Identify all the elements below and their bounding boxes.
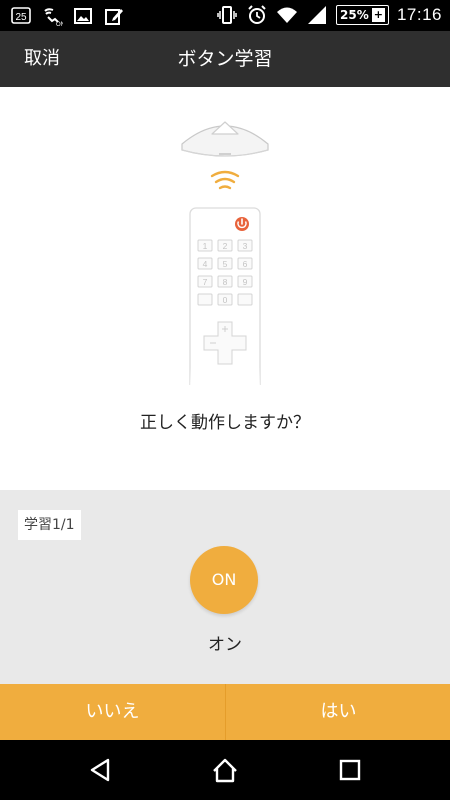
no-button[interactable]: いいえ: [0, 684, 225, 740]
step-indicator: 学習1/1: [18, 510, 81, 540]
notification-badge-text: 25: [15, 12, 27, 23]
wifi-icon: [277, 7, 297, 23]
remote-key-6: 6: [243, 259, 248, 269]
remote-key-5: 5: [223, 259, 228, 269]
edit-icon: [105, 9, 123, 25]
action-bar: いいえ はい: [0, 684, 450, 740]
recent-apps-icon[interactable]: [335, 755, 365, 785]
battery-icon: 25% +: [336, 5, 389, 25]
on-button[interactable]: ON: [190, 546, 258, 614]
remote-key-9: 9: [243, 277, 248, 287]
status-bar: 25 ON 25% + 17:16: [0, 0, 450, 31]
navigation-bar: [0, 740, 450, 800]
status-clock: 17:16: [396, 5, 442, 24]
remote-key-8: 8: [223, 277, 228, 287]
cancel-button[interactable]: 取消: [24, 31, 60, 87]
remote-control-icon: 1 2 3 4 5 6 7 8 9 0: [189, 207, 261, 385]
remote-key-0: 0: [223, 295, 228, 305]
battery-percent: 25%: [340, 8, 369, 22]
remote-key-7: 7: [203, 277, 208, 287]
remote-key-3: 3: [243, 241, 248, 251]
remote-key-4: 4: [203, 259, 208, 269]
learning-panel: 学習1/1 ON オン: [0, 490, 450, 684]
header: 取消 ボタン学習: [0, 31, 450, 87]
remote-learning-illustration: 1 2 3 4 5 6 7 8 9 0: [181, 121, 269, 385]
svg-text:ON: ON: [56, 22, 63, 27]
image-icon: [74, 8, 92, 24]
battery-charging-indicator: +: [371, 8, 385, 22]
remote-key-2: 2: [223, 241, 228, 251]
home-icon[interactable]: [210, 755, 240, 785]
notification-badge-icon: 25: [11, 7, 31, 24]
confirmation-question: 正しく動作しますか？: [140, 413, 310, 433]
vibrate-icon: [217, 6, 237, 24]
alarm-icon: [248, 5, 266, 24]
hub-device-icon: [181, 121, 269, 157]
wifi-call-icon: ON: [44, 8, 63, 27]
on-button-label: オン: [208, 635, 242, 655]
yes-button[interactable]: はい: [226, 684, 450, 740]
page-title: ボタン学習: [177, 48, 273, 70]
back-icon[interactable]: [86, 755, 116, 785]
remote-key-1: 1: [203, 241, 208, 251]
signal-icon: [308, 6, 326, 24]
signal-wave-icon: [210, 170, 240, 190]
